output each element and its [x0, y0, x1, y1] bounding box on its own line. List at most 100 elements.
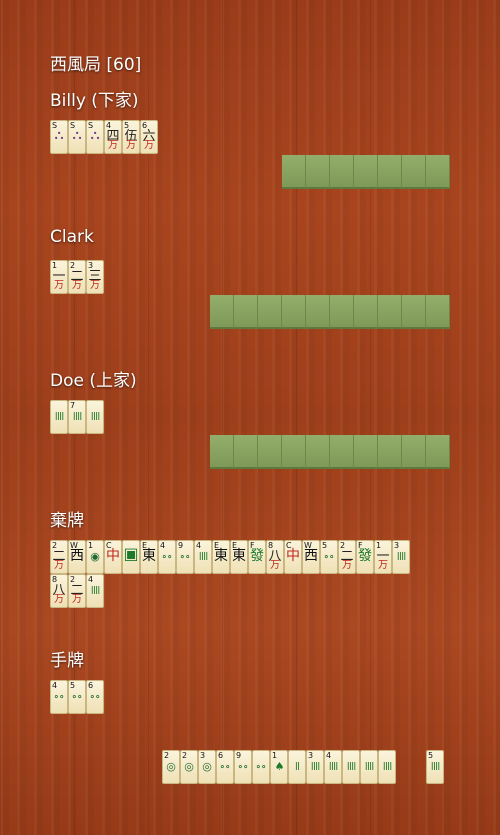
tile-back	[354, 435, 378, 469]
mahjong-tile: 4 ǁǁ	[86, 574, 104, 608]
discards-label: 棄牌	[50, 511, 84, 531]
tile-glyph: ⛬	[54, 128, 64, 143]
tile-glyph: ∘∘	[237, 760, 249, 773]
mahjong-tile[interactable]: 6 ∘∘	[216, 750, 234, 784]
tile-index: 1	[88, 541, 94, 550]
mahjong-tile: 2二万	[338, 540, 356, 574]
tile-glyph: ǁǁ	[328, 760, 339, 773]
tile-glyph: ǁǁ	[72, 410, 83, 423]
tile-glyph: ∘∘	[179, 550, 191, 563]
tile-suit: 万	[54, 280, 64, 291]
tile-glyph: ǁǁ	[90, 410, 101, 423]
tile-back	[402, 435, 426, 469]
tile-index: 9	[236, 751, 242, 760]
tile-glyph: ∘∘	[323, 550, 335, 563]
mahjong-tile: 1 ◉	[86, 540, 104, 574]
tile-suit: 万	[54, 594, 64, 605]
tile-glyph: ◎	[166, 760, 176, 773]
mahjong-tile: 6六万	[140, 120, 158, 154]
mahjong-tile: 3 ǁǁ	[392, 540, 410, 574]
tile-glyph: 西	[70, 548, 84, 564]
tile-glyph: ǁǁ	[54, 410, 65, 423]
mahjong-tile: 9 ∘∘	[176, 540, 194, 574]
clark-hidden-hand	[210, 295, 450, 329]
tile-index: 4	[52, 681, 58, 690]
mahjong-tile: 5 ∘∘	[68, 680, 86, 714]
tile-back	[402, 155, 426, 189]
billy-meld: S ⛬ S ⛬ S ⛬ 4 四万 5 伍万 6 六万	[50, 120, 158, 154]
mahjong-tile: W西	[68, 540, 86, 574]
tile-index: 1	[272, 751, 278, 760]
mahjong-tile[interactable]: ǁǁ	[360, 750, 378, 784]
mahjong-tile[interactable]: 5 ǁǁ	[426, 750, 444, 784]
hand-label: 手牌	[50, 651, 84, 671]
mahjong-tile[interactable]: ǁǁ	[378, 750, 396, 784]
mahjong-tile[interactable]: 3 ◎	[198, 750, 216, 784]
tile-index: 5	[322, 541, 328, 550]
mahjong-tile: E東	[212, 540, 230, 574]
tile-index: 7	[70, 401, 76, 410]
drawn-tile[interactable]: 5 ǁǁ	[426, 750, 444, 784]
tile-index: 3	[394, 541, 400, 550]
mahjong-tile: 2二万	[68, 574, 86, 608]
tile-back	[282, 435, 306, 469]
tile-back	[258, 435, 282, 469]
tile-glyph: 東	[214, 548, 228, 564]
mahjong-tile: 3三万	[86, 260, 104, 294]
mahjong-tile: F發	[356, 540, 374, 574]
doe-hidden-hand	[210, 435, 450, 469]
tile-back	[210, 295, 234, 329]
tile-glyph: ǁǁ	[382, 760, 393, 773]
tile-suit: 万	[72, 594, 82, 605]
tile-glyph: ǁǁ	[430, 760, 441, 773]
tile-suit: 万	[72, 280, 82, 291]
tile-back	[354, 295, 378, 329]
mahjong-tile: 4 ǁǁ	[194, 540, 212, 574]
mahjong-tile[interactable]: ∘∘	[252, 750, 270, 784]
billy-hidden-hand	[282, 155, 450, 189]
mahjong-tile: ▣	[122, 540, 140, 574]
tile-back	[258, 295, 282, 329]
tile-suit: 万	[378, 560, 388, 571]
tile-index: 5	[70, 681, 76, 690]
tile-suit: 万	[90, 280, 100, 291]
mahjong-tile[interactable]: 9 ∘∘	[234, 750, 252, 784]
tile-index: 4	[88, 575, 94, 584]
tile-back	[426, 295, 450, 329]
mahjong-tile[interactable]: 2 ◎	[180, 750, 198, 784]
tile-back	[426, 435, 450, 469]
tile-back	[234, 295, 258, 329]
mahjong-tile[interactable]: ǁ	[288, 750, 306, 784]
tile-glyph: ∘∘	[161, 550, 173, 563]
tile-back	[282, 155, 306, 189]
tile-glyph: ǁ	[294, 760, 300, 773]
mahjong-tile[interactable]: ǁǁ	[342, 750, 360, 784]
mahjong-tile[interactable]: 1 ♠	[270, 750, 288, 784]
tile-back	[330, 295, 354, 329]
doe-meld: ǁǁ 7 ǁǁ ǁǁ	[50, 400, 104, 434]
player-hand[interactable]: 2 ◎ 2 ◎ 3 ◎ 6 ∘∘ 9 ∘∘ ∘∘ 1 ♠ ǁ 3 ǁǁ 4 ǁǁ ǁǁ ǁǁ ǁǁ	[162, 750, 396, 784]
tile-glyph: 中	[286, 548, 300, 564]
exposed-meld: 4 ∘∘ 5 ∘∘ 6 ∘∘	[50, 680, 104, 714]
mahjong-tile: E東	[230, 540, 248, 574]
mahjong-tile[interactable]: 2 ◎	[162, 750, 180, 784]
tile-index: 2	[164, 751, 170, 760]
tile-back	[282, 295, 306, 329]
tile-glyph: ǁǁ	[198, 550, 209, 563]
tile-index: 2	[182, 751, 188, 760]
mahjong-tile[interactable]: 3 ǁǁ	[306, 750, 324, 784]
mahjong-tile: 2二万	[50, 540, 68, 574]
player-doe-label: Doe (上家)	[50, 371, 137, 391]
clark-meld: 1一万2二万3三万	[50, 260, 104, 294]
tile-glyph: ◉	[90, 550, 100, 563]
tile-back	[378, 155, 402, 189]
mahjong-tile: ǁǁ	[50, 400, 68, 434]
tile-suit: 万	[144, 140, 154, 151]
mahjong-tile: W西	[302, 540, 320, 574]
tile-back	[234, 435, 258, 469]
tile-back	[426, 155, 450, 189]
mahjong-tile: 6 ∘∘	[86, 680, 104, 714]
tile-back	[330, 435, 354, 469]
mahjong-tile[interactable]: 4 ǁǁ	[324, 750, 342, 784]
tile-index: 4	[160, 541, 166, 550]
